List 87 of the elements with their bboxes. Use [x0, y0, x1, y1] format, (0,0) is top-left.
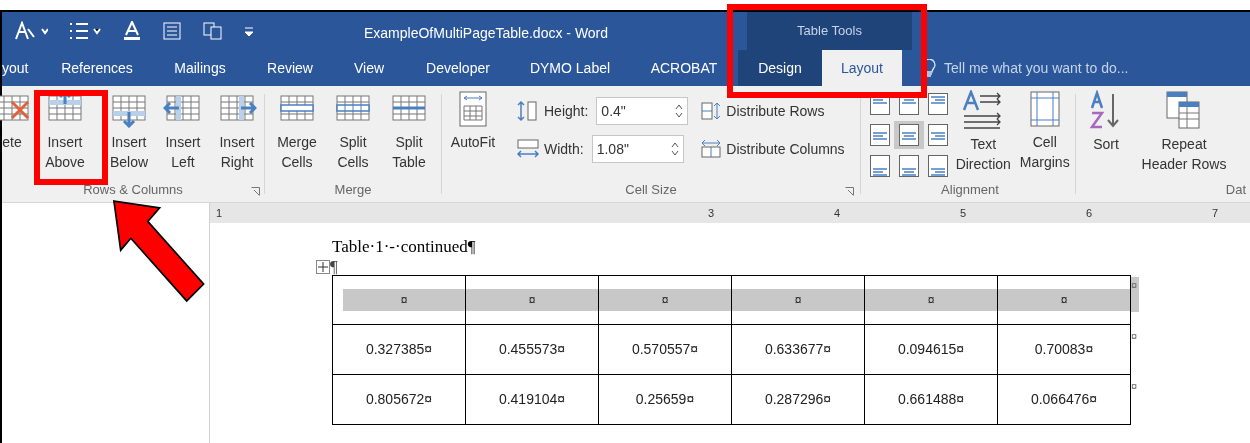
- table-cell: 0.455573¤: [465, 324, 599, 375]
- align-button[interactable]: [894, 121, 924, 149]
- ribbon-tab[interactable]: Layout: [822, 50, 902, 86]
- ribbon-tab[interactable]: DYMO Label: [510, 50, 630, 86]
- table-cell: 0.066476¤: [997, 374, 1131, 425]
- ribbon-button[interactable]: Distribute Columns: [700, 132, 845, 166]
- table-cell: 0.419104¤: [465, 374, 599, 425]
- contextual-tab-header: Table Tools: [747, 12, 912, 50]
- ribbon-button[interactable]: Distribute Rows: [700, 94, 845, 128]
- ribbon-button[interactable]: Text Direction: [952, 86, 1015, 182]
- header-cell: ¤: [466, 289, 598, 311]
- paragraph-mark: ¶: [330, 259, 338, 275]
- window-title: ExampleOfMultiPageTable.docx - Word: [364, 24, 609, 43]
- alignment-icon: [870, 124, 890, 146]
- ribbon-tab[interactable]: Review: [248, 50, 332, 86]
- ribbon-tab[interactable]: Design: [738, 50, 822, 86]
- ribbon-tab[interactable]: yout: [2, 50, 42, 86]
- alignment-icon: [899, 124, 919, 146]
- text-effects-icon[interactable]: [14, 21, 48, 41]
- ribbon-tab[interactable]: References: [42, 50, 152, 86]
- tell-me-field[interactable]: Tell me what you want to do...: [944, 57, 1129, 79]
- ribbon-button[interactable]: Sort: [1084, 86, 1128, 182]
- ribbon-tab[interactable]: Developer: [406, 50, 510, 86]
- ribbon-button[interactable]: Insert Left: [156, 86, 210, 182]
- alignment-icon: [870, 155, 890, 177]
- move-handle-icon[interactable]: [316, 260, 330, 274]
- ribbon-button[interactable]: Merge Cells: [269, 86, 325, 182]
- dialog-launcher-icon[interactable]: [845, 187, 854, 196]
- header-cell: ¤: [343, 289, 465, 311]
- header-cell: ¤: [732, 289, 864, 311]
- table-cell: 0.570557¤: [598, 324, 732, 375]
- ribbon-button[interactable]: Insert Above: [34, 86, 96, 182]
- ribbon-button[interactable]: AutoFit: [442, 86, 504, 182]
- group-label: Merge: [334, 182, 372, 198]
- alignment-icon: [928, 155, 948, 177]
- distribute-columns-icon: [700, 139, 723, 159]
- group-label: Alignment: [941, 182, 999, 198]
- ribbon-button[interactable]: Insert Right: [210, 86, 264, 182]
- table-cell: 0.805672¤: [332, 374, 466, 425]
- alignment-icon: [899, 155, 919, 177]
- table-cell: 0.327385¤: [332, 324, 466, 375]
- ribbon-button[interactable]: Cell Margins: [1014, 86, 1075, 182]
- alignment-icon: [928, 93, 948, 115]
- row-end-mark: ¤: [1131, 380, 1138, 392]
- table-caption: Table·1·-·continued¶: [332, 236, 477, 258]
- group-label: Cell Size: [625, 182, 677, 198]
- ruler: 1 3 4 5 6 7: [210, 203, 1250, 223]
- column-width-icon: [516, 138, 540, 160]
- spin-arrows-icon: [675, 103, 684, 119]
- spin-arrows-icon: [670, 141, 679, 157]
- header-cell: ¤: [599, 289, 731, 311]
- ribbon-tab[interactable]: Mailings: [152, 50, 248, 86]
- ribbon-button[interactable]: Insert Below: [102, 86, 156, 182]
- customize-toolbar-icon[interactable]: [244, 25, 254, 37]
- header-cell: ¤: [998, 289, 1130, 311]
- group-label: Dat: [1225, 182, 1246, 198]
- row-height-icon: [516, 100, 540, 122]
- ribbon-button[interactable]: Repeat Header Rows: [1136, 86, 1232, 174]
- table-cell: 0.287296¤: [731, 374, 865, 425]
- copy-icon[interactable]: [202, 21, 224, 41]
- table-cell: 0.094615¤: [864, 324, 998, 375]
- ribbon-tab[interactable]: ACROBAT: [630, 50, 738, 86]
- header-cell: ¤: [865, 289, 997, 311]
- alignment-icon: [928, 124, 948, 146]
- table-cell: 0.633677¤: [731, 324, 865, 375]
- group-label: Rows & Columns: [83, 182, 183, 198]
- row-end-mark: ¤: [1131, 277, 1140, 312]
- ribbon-button[interactable]: Split Cells: [325, 86, 381, 182]
- spin-field[interactable]: 1.08": [591, 135, 684, 163]
- field-label: Height:: [544, 101, 589, 121]
- font-color-icon[interactable]: [122, 21, 142, 41]
- spin-field[interactable]: 0.4": [596, 97, 689, 125]
- ribbon-tab[interactable]: View: [332, 50, 406, 86]
- bullets-icon[interactable]: [68, 21, 102, 41]
- field-label: Width:: [544, 139, 584, 159]
- table-cell: 0.70083¤: [997, 324, 1131, 375]
- table-cell: 0.25659¤: [598, 374, 732, 425]
- row-end-mark: ¤: [1131, 330, 1138, 342]
- distribute-rows-icon: [700, 101, 723, 121]
- cell-margins-icon: [1028, 90, 1061, 128]
- table-cell: 0.661488¤: [864, 374, 998, 425]
- table-properties-icon[interactable]: [162, 21, 182, 41]
- repeat-header-rows-icon: [1165, 90, 1203, 130]
- autofit-icon: [458, 90, 488, 128]
- ribbon-button[interactable]: ete: [0, 86, 34, 182]
- dialog-launcher-icon[interactable]: [251, 187, 260, 196]
- ribbon-button[interactable]: Split Table: [381, 86, 437, 182]
